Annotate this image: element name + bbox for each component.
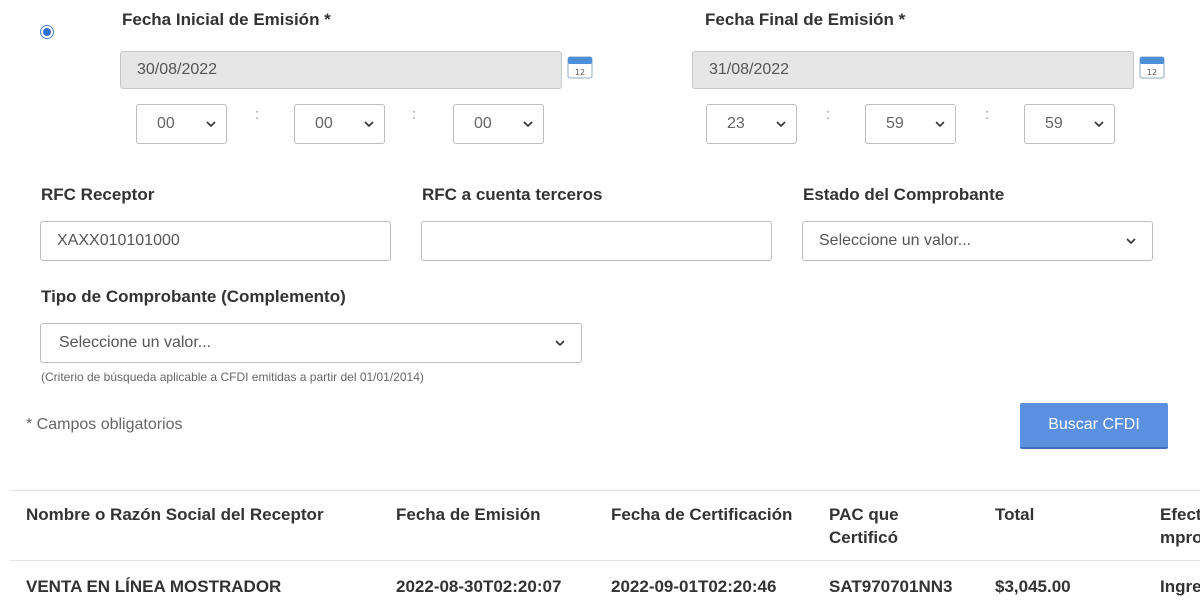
minuto-inicial-select[interactable]: 00 [294,104,385,144]
segundo-inicial-select[interactable]: 00 [453,104,544,144]
tipo-select[interactable]: Seleccione un valor... [40,323,582,363]
col-header-fecha-certificacion[interactable]: Fecha de Certificación [611,503,821,526]
col-header-nombre[interactable]: Nombre o Razón Social del Receptor [26,503,376,526]
tipo-label: Tipo de Comprobante (Complemento) [41,287,346,306]
required-note: * Campos obligatorios [26,416,183,433]
chevron-down-icon [776,121,786,128]
segundo-final-select[interactable]: 59 [1024,104,1115,144]
time-separator: : [985,106,990,123]
col-header-total[interactable]: Total [995,503,1095,526]
chevron-down-icon [935,121,945,128]
cell-nombre: VENTA EN LÍNEA MOSTRADOR [26,577,282,596]
hora-inicial-select[interactable]: 00 [136,104,227,144]
rfc-terceros-label: RFC a cuenta terceros [422,185,603,204]
cell-total: $3,045.00 [995,577,1071,596]
rfc-terceros-input[interactable] [421,221,772,261]
svg-text:12: 12 [575,68,585,77]
time-separator: : [255,106,260,123]
col-header-fecha-emision[interactable]: Fecha de Emisión [396,503,596,526]
rfc-receptor-label: RFC Receptor [41,185,155,204]
estado-label: Estado del Comprobante [803,185,1005,204]
fecha-final-label: Fecha Final de Emisión * [705,10,906,29]
chevron-down-icon [364,121,374,128]
chevron-down-icon [523,121,533,128]
svg-text:12: 12 [1147,68,1157,77]
calendar-icon[interactable]: 12 [1139,55,1165,84]
col-header-efecto[interactable]: Efecto del Comprobante [1160,503,1200,549]
time-separator: : [412,106,417,123]
chevron-down-icon [1094,121,1104,128]
search-button[interactable]: Buscar CFDI [1020,403,1168,449]
fecha-inicial-label: Fecha Inicial de Emisión * [122,10,331,29]
table-header-divider [10,560,1200,561]
cell-efecto: Ingreso [1160,577,1200,596]
fecha-inicial-input[interactable]: 30/08/2022 [120,51,562,89]
minuto-final-select[interactable]: 59 [865,104,956,144]
table-top-divider [10,490,1200,491]
fecha-final-input[interactable]: 31/08/2022 [692,51,1134,89]
chevron-down-icon [1126,238,1136,245]
rfc-receptor-input[interactable]: XAXX010101000 [40,221,391,261]
chevron-down-icon [555,340,565,347]
date-range-radio[interactable] [40,25,54,39]
estado-select[interactable]: Seleccione un valor... [802,221,1153,261]
chevron-down-icon [206,121,216,128]
cell-pac: SAT970701NN3 [829,577,953,596]
col-header-pac[interactable]: PAC que Certificó [829,503,939,549]
search-hint: (Criterio de búsqueda aplicable a CFDI e… [41,370,424,384]
cell-fecha-emision: 2022-08-30T02:20:07 [396,577,562,596]
time-separator: : [826,106,831,123]
calendar-icon[interactable]: 12 [567,55,593,84]
hora-final-select[interactable]: 23 [706,104,797,144]
cell-fecha-certificacion: 2022-09-01T02:20:46 [611,577,777,596]
